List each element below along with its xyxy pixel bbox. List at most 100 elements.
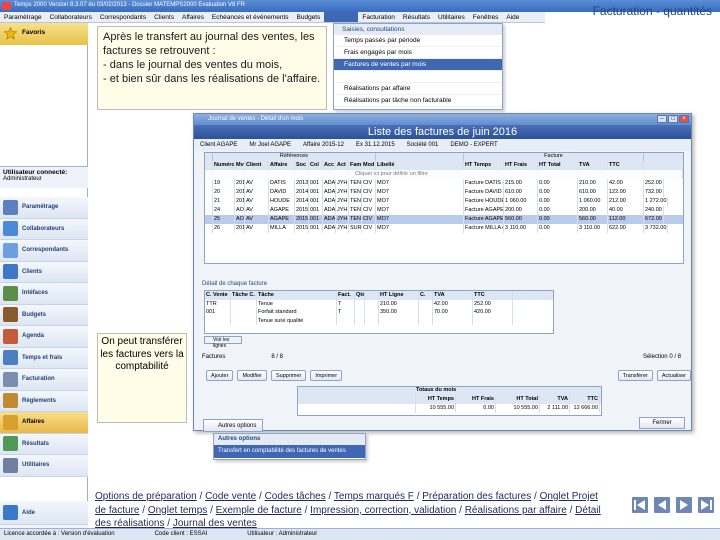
sidebar-item-icon xyxy=(3,436,18,452)
toolbar-button[interactable]: Ajouter xyxy=(206,369,234,381)
grid-cell: 560.00 xyxy=(578,215,608,224)
filter-value: Société 001 xyxy=(406,142,439,148)
sidebar-item-affaires[interactable]: Affaires xyxy=(0,412,88,434)
list-title: Liste des factures de juin 2016 xyxy=(194,125,691,139)
grid-filter-row[interactable]: Cliquer ici pour définir un filtre xyxy=(205,170,683,179)
link-2[interactable]: Codes tâches xyxy=(265,491,326,502)
connected-user-heading: Utilisateur connecté: xyxy=(3,169,68,176)
sidebar-item-param-trage[interactable]: Paramètrage xyxy=(0,197,88,219)
next-slide-icon[interactable] xyxy=(676,497,692,513)
minimize-button[interactable]: – xyxy=(657,115,667,123)
grid-cell: MO7 xyxy=(376,188,464,197)
link-3[interactable]: Temps marqués F xyxy=(334,491,414,502)
maximize-button[interactable]: □ xyxy=(668,115,678,123)
sidebar-item-int-faces[interactable]: Intéfaces xyxy=(0,283,88,305)
toolbar-button[interactable]: Supprimer xyxy=(271,369,307,381)
sidebar-item-budgets[interactable]: Budgets xyxy=(0,304,88,326)
link-7[interactable]: Exemple de facture xyxy=(216,505,302,516)
grid-cell: 0.00 xyxy=(538,215,578,224)
grid-cell: 24 xyxy=(213,206,235,215)
menu-item[interactable] xyxy=(324,12,359,22)
toolbar-button[interactable]: Modifier xyxy=(237,369,267,381)
close-icon[interactable]: × xyxy=(679,115,689,123)
link-1[interactable]: Code vente xyxy=(205,491,256,502)
menu-item[interactable]: Budgets xyxy=(293,12,325,22)
sidebar-item-r-sultats[interactable]: Résultats xyxy=(0,433,88,455)
detail-header-row[interactable]: C. Vente Tâche C. Tâche Fact. Qté HT Ligne C. T… xyxy=(205,291,553,300)
first-slide-icon[interactable] xyxy=(632,497,648,513)
detail-row[interactable]: TTR Tenue T 210.00 42.00 252.00 xyxy=(205,299,553,308)
sidebar-item-agenda[interactable]: Agenda xyxy=(0,326,88,348)
sidebar-item-temps-et-frais[interactable]: Temps et frais xyxy=(0,347,88,369)
dropdown-item[interactable] xyxy=(334,71,502,83)
detail-grid[interactable]: C. Vente Tâche C. Tâche Fact. Qté HT Ligne C. T… xyxy=(204,290,554,334)
dropdown-item[interactable]: Temps passés par période xyxy=(334,35,502,47)
table-row[interactable]: 24AOHEN31AVAGAPE2015-12001ADAJYHTENCIVMO… xyxy=(205,206,683,215)
menu-item[interactable]: Correspondants xyxy=(96,12,150,22)
grid-header-row[interactable]: Numéro Mvt Client Affaire Soc Col Acc Act Fam Mod… xyxy=(205,161,683,170)
dropdown-item[interactable]: Factures de ventes par mois xyxy=(334,59,502,71)
toolbar-button[interactable]: Actualiser xyxy=(656,369,691,381)
favorites-button[interactable]: Favoris xyxy=(0,23,88,45)
transfer-accounting-item[interactable]: Transfert en comptabilité des factures d… xyxy=(214,445,365,458)
sidebar-item-aide[interactable]: Aide xyxy=(0,501,88,525)
menu-item[interactable]: Paramètrage xyxy=(0,12,46,22)
link-9[interactable]: Réalisations par affaire xyxy=(465,505,567,516)
totals-cell: 0.00 xyxy=(456,404,496,413)
menu-item[interactable]: Utilitaires xyxy=(434,12,469,22)
grid-cell: JYH xyxy=(337,188,349,197)
grid-cell: Fact. xyxy=(337,291,355,300)
menu-item[interactable]: Fenêtres xyxy=(469,12,503,22)
menu-item[interactable]: Collaborateurs xyxy=(46,12,96,22)
table-row[interactable]: 202016005AVDAVID2014-01001ADAJYHTENCIVMO… xyxy=(205,188,683,197)
grid-cell: 610.00 xyxy=(504,188,538,197)
toolbar-button[interactable]: Transférer xyxy=(617,369,653,381)
show-lines-button[interactable]: Voir les lignes xyxy=(204,336,242,349)
menu-item[interactable]: Aide xyxy=(502,12,523,22)
grid-cell: 70.00 xyxy=(433,308,473,317)
grid-cell: Facture AGAPE du 25/06/2016 xyxy=(465,206,504,215)
invoice-grid[interactable]: Références Facture Numéro Mvt Client Affaire S… xyxy=(204,152,684,264)
link-4[interactable]: Préparation des factures xyxy=(422,491,531,502)
dropdown-item[interactable]: Frais engagés par mois xyxy=(334,47,502,59)
grid-group-label: Facture xyxy=(464,153,644,161)
grid-cell: ADA xyxy=(324,197,336,206)
menu-item[interactable]: Affaires xyxy=(178,12,208,22)
link-6[interactable]: Onglet temps xyxy=(148,505,207,516)
grid-cell: CIV xyxy=(362,215,376,224)
table-row[interactable]: 25AOHEN32AVAGAPE2015-12001ADAJYHTENCIVMO… xyxy=(205,215,683,224)
callout-line: - dans le journal des ventes du mois, xyxy=(103,59,283,71)
table-row[interactable]: 212016006AVHOUDE2014-12001ADAJYHTENCIVMO… xyxy=(205,197,683,206)
sidebar-item-facturation[interactable]: Facturation xyxy=(0,369,88,391)
sidebar-item-r-glements[interactable]: Règlements xyxy=(0,390,88,412)
table-row[interactable]: 192016003AVDATIS2013-12001ADAJYHTENCIVMO… xyxy=(205,179,683,188)
sidebar-item-clients[interactable]: Clients xyxy=(0,261,88,283)
sidebar-item-icon xyxy=(3,414,18,430)
grid-cell: 001 xyxy=(309,206,323,215)
sidebar-item-utilitaires[interactable]: Utilitaires xyxy=(0,455,88,477)
menu-item[interactable]: Clients xyxy=(150,12,178,22)
grid-cell xyxy=(365,308,379,317)
detail-row[interactable]: 001 Forfait standard T 350.00 70.00 420.00 xyxy=(205,308,553,317)
menu-item[interactable]: Facturation xyxy=(358,12,399,22)
grid-cell: CIV xyxy=(362,224,376,233)
close-button[interactable]: Fermer xyxy=(639,417,685,429)
menu-item[interactable]: Echéances et événements xyxy=(208,12,293,22)
grid-cell: MILLA xyxy=(269,224,295,233)
link-8[interactable]: Impression, correction, validation xyxy=(310,505,456,516)
sidebar-item-correspondants[interactable]: Correspondants xyxy=(0,240,88,262)
sidebar-item-collaborateurs[interactable]: Collaborateurs xyxy=(0,218,88,240)
table-row[interactable]: 262016314AVMILLA2015-12001ADAJYHSURCIVMO… xyxy=(205,224,683,233)
link-0[interactable]: Options de préparation xyxy=(95,491,197,502)
toolbar-button[interactable]: Imprimer xyxy=(310,369,343,381)
grid-cell: TEN xyxy=(350,206,362,215)
dropdown-item[interactable]: Réalisations par tâche non facturable xyxy=(334,95,502,107)
previous-slide-icon[interactable] xyxy=(654,497,670,513)
last-slide-icon[interactable] xyxy=(698,497,714,513)
grid-cell: JYH xyxy=(337,215,349,224)
dropdown-item[interactable]: Réalisations par affaire xyxy=(334,83,502,95)
menu-item[interactable]: Résultats xyxy=(399,12,434,22)
other-options-button[interactable]: Autres options xyxy=(203,419,263,432)
detail-row[interactable]: Tenue suivi qualité xyxy=(205,316,553,325)
slide-nav xyxy=(632,497,720,519)
